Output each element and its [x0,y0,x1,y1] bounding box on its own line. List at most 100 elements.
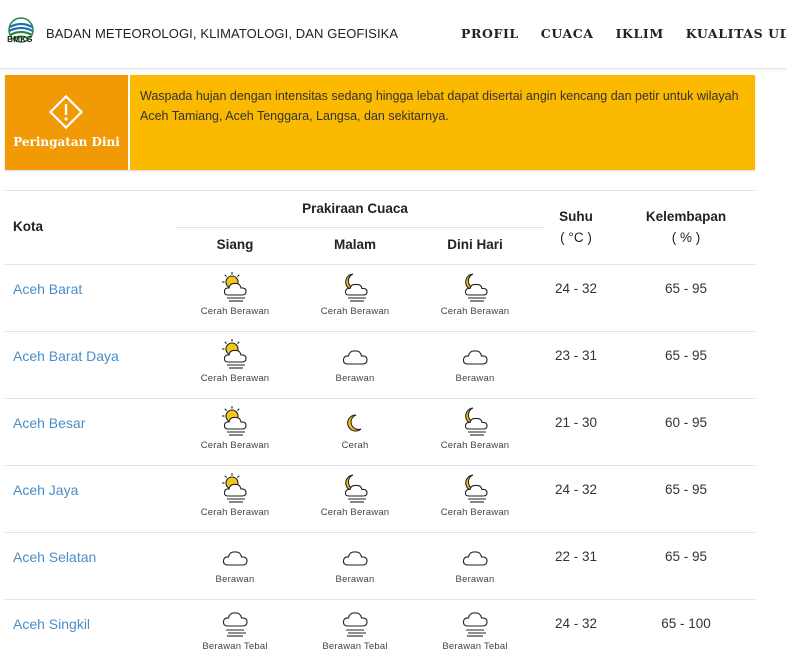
table-row: Aceh Singkil Berawan Tebal Berawan Tebal… [5,599,755,667]
nav-profil[interactable]: PROFIL [461,26,519,41]
weather-cell-dini: Berawan [415,539,535,585]
humidity-value: 65 - 95 [664,348,708,363]
header-kota: Kota [13,219,43,234]
header-dini-hari: Dini Hari [447,237,503,252]
city-link[interactable]: Aceh Besar [13,415,85,431]
humidity-value: 65 - 95 [664,281,708,296]
humidity-value: 65 - 95 [664,549,708,564]
logo-text: BMKG [7,35,33,44]
moon-cloud-icon [344,273,368,302]
weather-cell-malam: Berawan Tebal [295,606,415,652]
weather-cell-dini: Cerah Berawan [415,472,535,518]
weather-cell-siang: Berawan Tebal [175,606,295,652]
weather-cell-siang: Cerah Berawan [175,271,295,317]
header-siang: Siang [216,237,254,252]
city-link[interactable]: Aceh Singkil [13,616,90,632]
main-nav: PROFIL CUACA IKLIM KUALITAS UDARA [461,25,786,43]
city-link[interactable]: Aceh Barat Daya [13,348,119,364]
heavy-cloud-icon [222,612,248,637]
cloud-icon [342,350,368,365]
temperature-value: 24 - 32 [554,281,598,296]
temperature-value: 24 - 32 [554,616,598,631]
bmkg-logo-icon[interactable] [4,11,38,55]
weather-cell-siang: Cerah Berawan [175,338,295,384]
moon-icon [347,414,362,432]
site-header: BMKG BADAN METEOROLOGI, KLIMATOLOGI, DAN… [0,0,786,69]
sun-cloud-icon [222,272,247,302]
header-malam: Malam [333,237,377,252]
weather-label: Cerah [341,440,369,451]
cloud-icon [462,551,488,566]
weather-cell-siang: Berawan [175,539,295,585]
weather-label: Cerah Berawan [200,373,270,384]
nav-iklim[interactable]: IKLIM [616,26,664,41]
heavy-cloud-icon [462,612,488,637]
sun-cloud-icon [222,406,247,436]
city-link[interactable]: Aceh Barat [13,281,82,297]
cloud-icon [222,551,248,566]
site-title[interactable]: BADAN METEOROLOGI, KLIMATOLOGI, DAN GEOF… [46,26,398,41]
weather-label: Berawan Tebal [202,641,268,652]
nav-cuaca[interactable]: CUACA [541,26,594,41]
weather-label: Berawan Tebal [442,641,508,652]
early-warning-label: Peringatan Dini [13,135,120,149]
cloud-icon [342,551,368,566]
weather-label: Berawan Tebal [322,641,388,652]
table-row: Aceh Besar Cerah Berawan Cerah Cerah Ber… [5,398,755,466]
table-row: Aceh Barat Daya Cerah Berawan Berawan Be… [5,331,755,399]
moon-cloud-icon [464,474,488,503]
weather-label: Berawan [335,373,375,384]
moon-cloud-icon [344,474,368,503]
temperature-value: 22 - 31 [554,549,598,564]
cloud-icon [462,350,488,365]
humidity-value: 65 - 100 [661,616,711,631]
header-kelembapan: Kelembapan [645,209,727,224]
weather-label: Cerah Berawan [440,306,510,317]
city-link[interactable]: Aceh Jaya [13,482,78,498]
temperature-value: 23 - 31 [554,348,598,363]
table-row: Aceh Barat Cerah Berawan Cerah Berawan C… [5,264,755,332]
heavy-cloud-icon [342,612,368,637]
humidity-value: 60 - 95 [664,415,708,430]
early-warning-banner[interactable]: Peringatan Dini Waspada hujan dengan int… [5,75,755,170]
weather-cell-dini: Berawan Tebal [415,606,535,652]
header-suhu: Suhu [559,209,593,224]
warning-diamond-icon [48,94,84,130]
nav-kualitas-udara[interactable]: KUALITAS UDARA [686,26,786,41]
temperature-value: 21 - 30 [554,415,598,430]
weather-cell-siang: Cerah Berawan [175,472,295,518]
weather-label: Berawan [215,574,255,585]
weather-label: Cerah Berawan [320,306,390,317]
sun-cloud-icon [222,339,247,369]
weather-cell-dini: Berawan [415,338,535,384]
weather-label: Cerah Berawan [440,507,510,518]
weather-cell-dini: Cerah Berawan [415,405,535,451]
weather-label: Cerah Berawan [440,440,510,451]
weather-cell-malam: Cerah Berawan [295,472,415,518]
weather-label: Cerah Berawan [200,440,270,451]
header-kelembapan-unit: ( % ) [671,230,701,245]
weather-cell-malam: Cerah Berawan [295,271,415,317]
weather-cell-malam: Berawan [295,539,415,585]
moon-cloud-icon [464,407,488,436]
weather-cell-malam: Berawan [295,338,415,384]
header-suhu-unit: ( °C ) [560,230,592,245]
header-prakiraan: Prakiraan Cuaca [302,201,408,216]
weather-label: Cerah Berawan [200,306,270,317]
weather-cell-siang: Cerah Berawan [175,405,295,451]
table-row: Aceh Selatan Berawan Berawan Berawan 22 -… [5,532,755,600]
early-warning-badge: Peringatan Dini [5,75,130,170]
sun-cloud-icon [222,473,247,503]
weather-label: Berawan [455,574,495,585]
weather-cell-malam: Cerah [295,405,415,451]
city-link[interactable]: Aceh Selatan [13,549,96,565]
weather-label: Cerah Berawan [200,507,270,518]
weather-label: Berawan [335,574,375,585]
humidity-value: 65 - 95 [664,482,708,497]
weather-label: Cerah Berawan [320,507,390,518]
weather-label: Berawan [455,373,495,384]
table-row: Aceh Jaya Cerah Berawan Cerah Berawan Ce… [5,465,755,533]
early-warning-text: Waspada hujan dengan intensitas sedang h… [140,89,739,123]
weather-cell-dini: Cerah Berawan [415,271,535,317]
temperature-value: 24 - 32 [554,482,598,497]
